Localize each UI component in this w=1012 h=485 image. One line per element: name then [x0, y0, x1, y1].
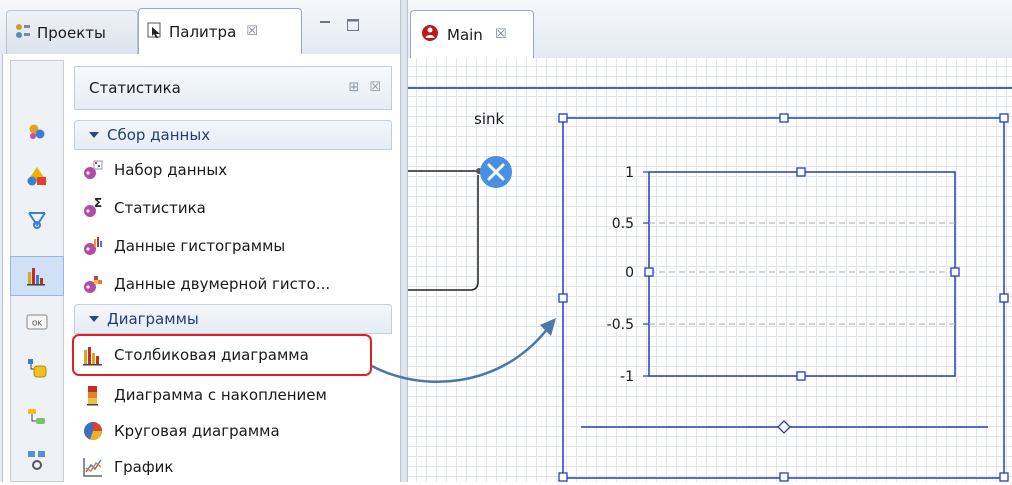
y-tick-label: 0: [625, 265, 634, 281]
y-tick-label: -0.5: [607, 317, 634, 333]
y-tick-label: -1: [620, 369, 634, 385]
resize-handle[interactable]: [558, 293, 568, 303]
y-tick-label: 0.5: [612, 216, 634, 232]
resize-handle[interactable]: [644, 267, 654, 277]
resize-handle[interactable]: [999, 113, 1009, 123]
resize-handle[interactable]: [999, 472, 1009, 482]
resize-handle[interactable]: [779, 113, 789, 123]
resize-handle[interactable]: [558, 472, 568, 482]
resize-handle[interactable]: [796, 167, 806, 177]
resize-handle[interactable]: [779, 472, 789, 482]
sink-block[interactable]: [480, 156, 512, 188]
resize-handle[interactable]: [999, 293, 1009, 303]
editor-overlay: 1 0.5 0 -0.5 -1: [371, 87, 1012, 482]
resize-handle[interactable]: [950, 267, 960, 277]
y-tick-label: 1: [625, 165, 634, 181]
resize-handle[interactable]: [796, 371, 806, 381]
annotation-arrow: [371, 318, 556, 383]
connector-line-bottom: [408, 175, 479, 291]
chart-plot-area[interactable]: [643, 167, 960, 381]
chart-legend-area[interactable]: [581, 420, 988, 434]
legend-handle[interactable]: [777, 420, 791, 434]
resize-handle[interactable]: [558, 113, 568, 123]
